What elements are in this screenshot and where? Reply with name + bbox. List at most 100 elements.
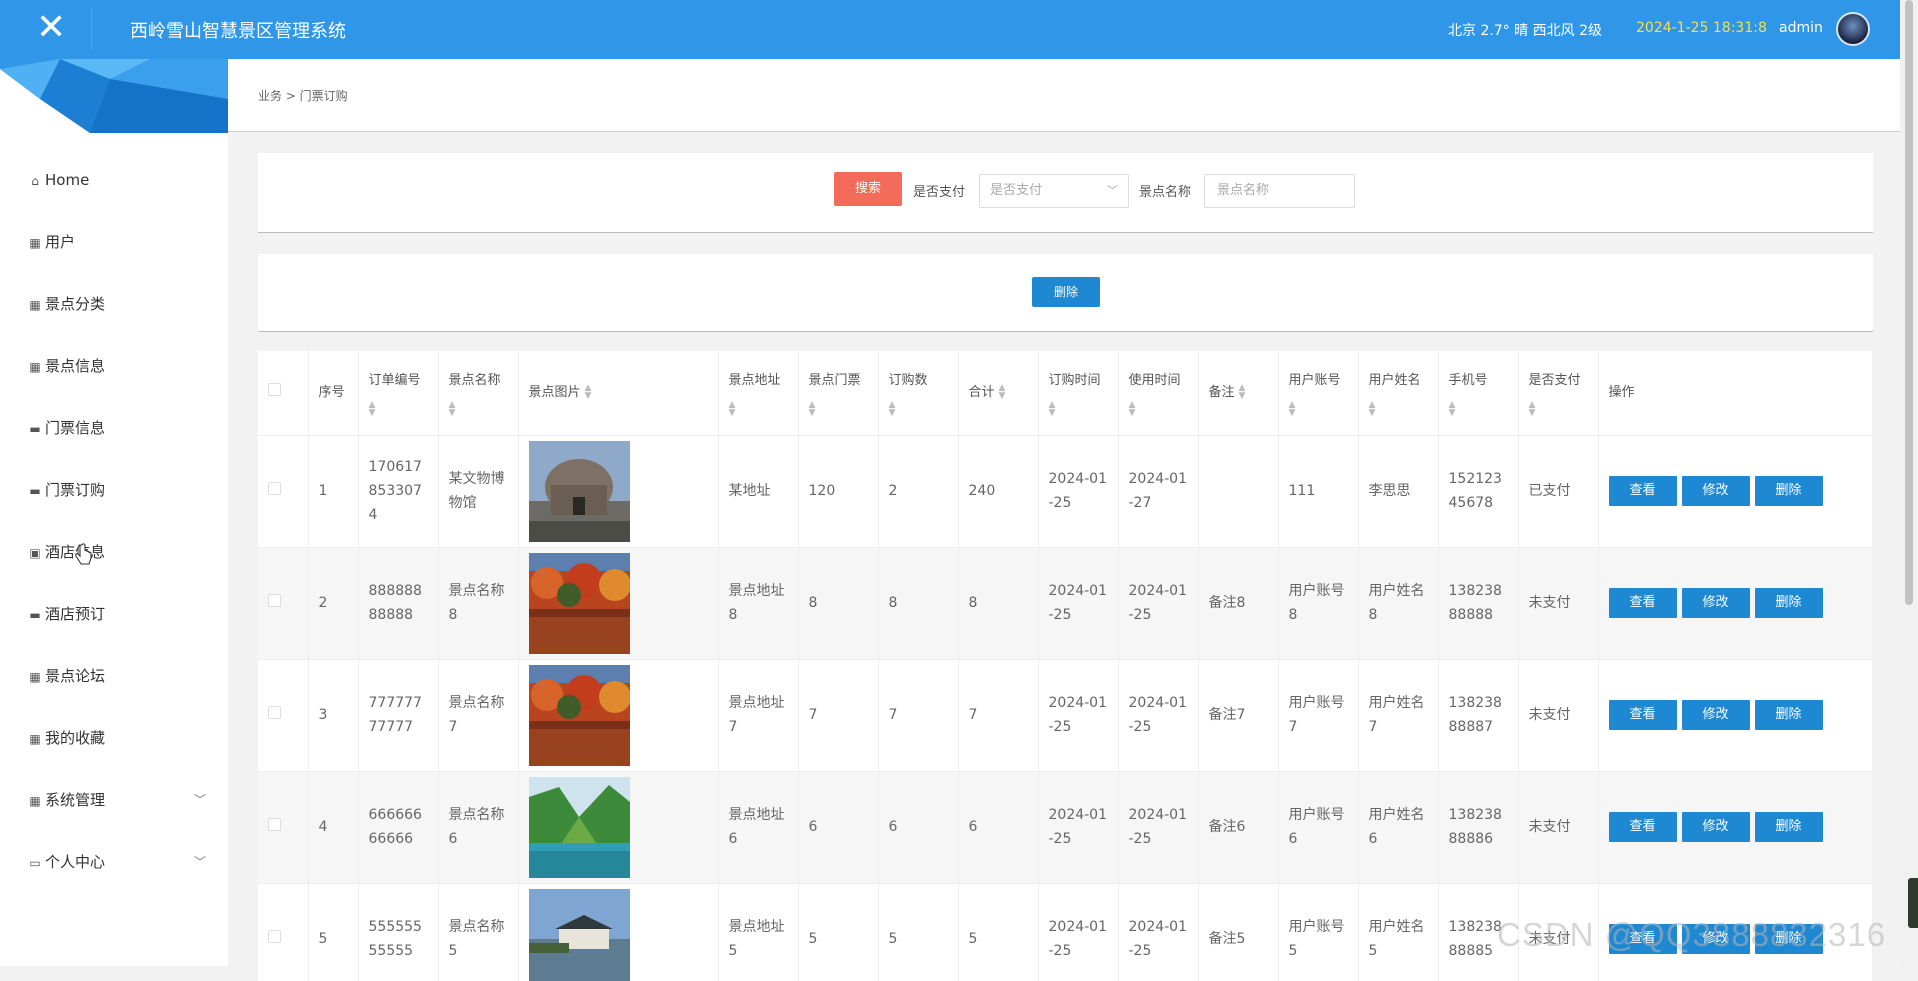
column-header[interactable]: 订单编号 ▲ ▼ <box>358 351 439 435</box>
chevron-down-icon[interactable]: ﹀ <box>194 851 206 873</box>
grid-icon: ▦ <box>29 732 41 746</box>
page-scrollbar[interactable] <box>1900 0 1918 966</box>
cell-user-name: 用户姓名7 <box>1358 658 1439 771</box>
briefcase-icon: ▬ <box>29 422 41 436</box>
column-header[interactable]: 合计 ▲ ▼ <box>958 351 1039 435</box>
row-checkbox[interactable] <box>268 706 281 719</box>
edit-button[interactable]: 修改 <box>1681 588 1750 618</box>
sidebar-item[interactable]: ▬ 门票订购 <box>0 459 228 521</box>
cell-paid: 未支付 <box>1518 546 1599 659</box>
current-datetime: 2024-1-25 18:31:8 <box>1636 20 1767 36</box>
sort-icon[interactable]: ▲ ▼ <box>1529 400 1588 417</box>
view-button[interactable]: 查看 <box>1608 588 1677 618</box>
sort-icon[interactable]: ▲ ▼ <box>1049 400 1108 417</box>
cell-ticket: 8 <box>798 546 879 659</box>
cell-name: 景点名称8 <box>438 546 519 659</box>
column-header[interactable]: 备注 ▲ ▼ <box>1198 351 1279 435</box>
sort-icon[interactable]: ▲ ▼ <box>729 400 788 417</box>
sort-icon[interactable]: ▲ ▼ <box>1239 384 1246 401</box>
select-all-header[interactable] <box>258 351 309 435</box>
column-header[interactable]: 景点名称 ▲ ▼ <box>438 351 519 435</box>
sidebar-item[interactable]: ▦ 景点论坛 <box>0 645 228 707</box>
sidebar-item[interactable]: ▦ 系统管理 ﹀ <box>0 769 228 831</box>
grid-icon: ▦ <box>29 236 41 250</box>
view-button[interactable]: 查看 <box>1608 700 1677 730</box>
column-header[interactable]: 用户账号 ▲ ▼ <box>1278 351 1359 435</box>
view-button[interactable]: 查看 <box>1608 476 1677 506</box>
sort-icon[interactable]: ▲ ▼ <box>1129 400 1188 417</box>
column-header[interactable]: 景点地址 ▲ ▼ <box>718 351 799 435</box>
chevron-down-icon[interactable]: ﹀ <box>194 789 206 811</box>
avatar[interactable] <box>1836 12 1870 46</box>
column-header[interactable]: 订购数 ▲ ▼ <box>878 351 959 435</box>
cell-use-time: 2024-01-25 <box>1118 546 1199 659</box>
batch-delete-button[interactable]: 删除 <box>1032 277 1100 307</box>
sidebar-item[interactable]: ▦ 景点分类 <box>0 273 228 335</box>
delete-button[interactable]: 删除 <box>1754 476 1823 506</box>
row-checkbox[interactable] <box>268 818 281 831</box>
scrollbar-thumb[interactable] <box>1905 0 1913 605</box>
column-header[interactable]: 订购时间 ▲ ▼ <box>1038 351 1119 435</box>
row-checkbox-cell[interactable] <box>258 546 309 659</box>
edit-button[interactable]: 修改 <box>1681 476 1750 506</box>
delete-button[interactable]: 删除 <box>1754 588 1823 618</box>
sidebar-item-label: 景点论坛 <box>45 667 106 685</box>
paid-filter-select[interactable]: 是否支付 ﹀ <box>979 174 1129 208</box>
table-row: 2 88888888888 景点名称8 景点地址8 8 8 8 2024-01-25 2024-… <box>258 546 1873 659</box>
column-header[interactable]: 用户姓名 ▲ ▼ <box>1358 351 1439 435</box>
row-checkbox[interactable] <box>268 594 281 607</box>
column-header[interactable]: 手机号 ▲ ▼ <box>1438 351 1519 435</box>
row-checkbox-cell[interactable] <box>258 434 309 547</box>
sidebar-item[interactable]: ▦ 景点信息 <box>0 335 228 397</box>
sort-icon[interactable]: ▲ ▼ <box>809 400 868 417</box>
sort-icon[interactable]: ▲ ▼ <box>1369 400 1428 417</box>
edit-button[interactable]: 修改 <box>1681 812 1750 842</box>
sidebar-item[interactable]: ▦ 我的收藏 <box>0 707 228 769</box>
cell-name: 某文物博物馆 <box>438 434 519 547</box>
grid-icon: ▦ <box>29 670 41 684</box>
cell-account: 用户账号6 <box>1278 770 1359 883</box>
sidebar-item-label: Home <box>45 171 90 189</box>
search-button[interactable]: 搜索 <box>834 172 902 206</box>
cell-total: 8 <box>958 546 1039 659</box>
sort-icon[interactable]: ▲ ▼ <box>889 400 948 417</box>
sidebar-item-label: 景点信息 <box>45 357 106 375</box>
edit-button[interactable]: 修改 <box>1681 700 1750 730</box>
scenic-name-input[interactable]: 景点名称 <box>1204 174 1355 208</box>
row-checkbox-cell[interactable] <box>258 770 309 883</box>
sort-icon[interactable]: ▲ ▼ <box>449 400 508 417</box>
sidebar-item[interactable]: ▣ 酒店信息 <box>0 521 228 583</box>
side-widget[interactable] <box>1908 878 1918 928</box>
column-header[interactable]: 景点门票 ▲ ▼ <box>798 351 879 435</box>
delete-button[interactable]: 删除 <box>1754 700 1823 730</box>
scenic-image-cell <box>518 434 719 547</box>
column-header[interactable]: 使用时间 ▲ ▼ <box>1118 351 1199 435</box>
table-row: 1 1706178533074 某文物博物馆 某地址 120 2 240 2024-01-25… <box>258 434 1873 547</box>
delete-button[interactable]: 删除 <box>1754 812 1823 842</box>
row-checkbox-cell[interactable] <box>258 658 309 771</box>
row-checkbox-cell[interactable] <box>258 882 309 981</box>
username[interactable]: admin <box>1779 20 1823 36</box>
select-all-checkbox[interactable] <box>268 382 281 396</box>
sort-icon[interactable]: ▲ ▼ <box>999 384 1006 401</box>
cell-user-name: 用户姓名6 <box>1358 770 1439 883</box>
sidebar-item[interactable]: ▬ 酒店预订 <box>0 583 228 645</box>
row-checkbox[interactable] <box>268 930 281 944</box>
cell-account: 用户账号8 <box>1278 546 1359 659</box>
view-button[interactable]: 查看 <box>1608 812 1677 842</box>
column-header[interactable]: 是否支付 ▲ ▼ <box>1518 351 1599 435</box>
sidebar-item[interactable]: ▭ 个人中心 ﹀ <box>0 831 228 893</box>
cell-order-time: 2024-01-25 <box>1038 546 1119 659</box>
close-icon[interactable]: ✕ <box>36 10 66 46</box>
sort-icon[interactable]: ▲ ▼ <box>1449 400 1508 417</box>
sort-icon[interactable]: ▲ ▼ <box>1289 400 1348 417</box>
column-header[interactable]: 景点图片 ▲ ▼ <box>518 351 719 435</box>
sidebar-item[interactable]: ⌂ Home <box>0 149 228 211</box>
sidebar-item[interactable]: ▬ 门票信息 <box>0 397 228 459</box>
sort-icon[interactable]: ▲ ▼ <box>585 384 592 401</box>
cell-order: 55555555555 <box>358 882 439 981</box>
sidebar-item[interactable]: ▦ 用户 <box>0 211 228 273</box>
cell-remark <box>1198 434 1279 547</box>
row-checkbox[interactable] <box>268 482 281 495</box>
sort-icon[interactable]: ▲ ▼ <box>369 400 428 417</box>
